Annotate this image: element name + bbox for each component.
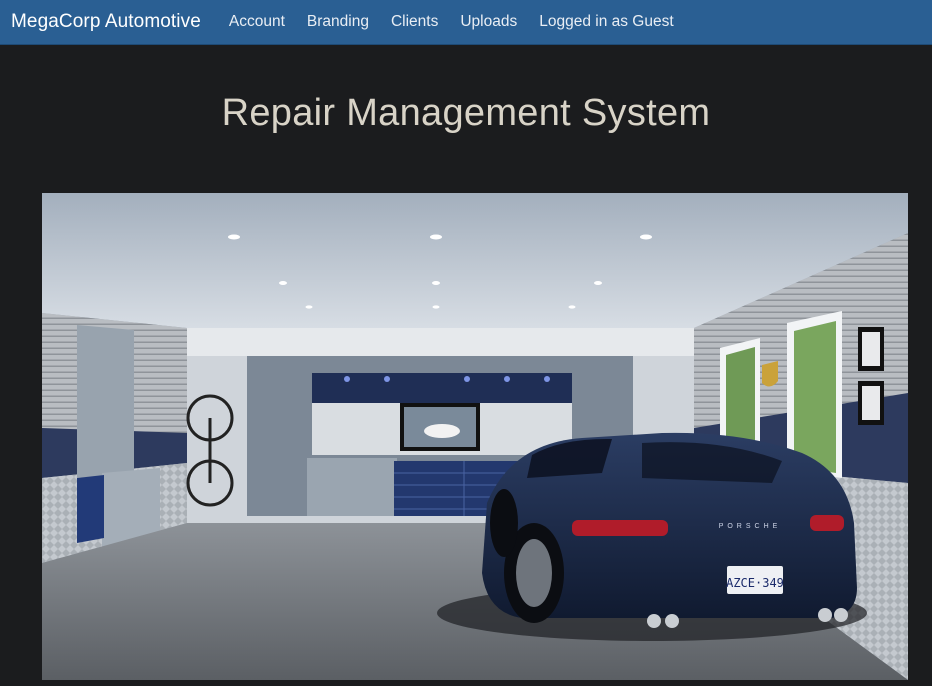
nav-links: Account Branding Clients Uploads Logged … [218,13,685,31]
nav-link-uploads[interactable]: Uploads [460,13,517,31]
brand-link[interactable]: MegaCorp Automotive [11,11,201,33]
rear-badge: PORSCHE [719,523,782,530]
login-status: Logged in as Guest [539,13,674,30]
page-title: Repair Management System [221,92,711,134]
license-plate-text: AZCE·349 [726,576,784,590]
top-navbar: MegaCorp Automotive Account Branding Cli… [0,0,932,45]
nav-link-clients[interactable]: Clients [391,13,438,31]
garage-illustration: AZCE·349 PORSCHE [42,193,908,680]
nav-link-account[interactable]: Account [229,13,285,31]
left-cabinet [77,325,134,478]
wall-crest [762,361,778,387]
hero-image: AZCE·349 PORSCHE [42,193,908,680]
nav-link-branding[interactable]: Branding [307,13,369,31]
